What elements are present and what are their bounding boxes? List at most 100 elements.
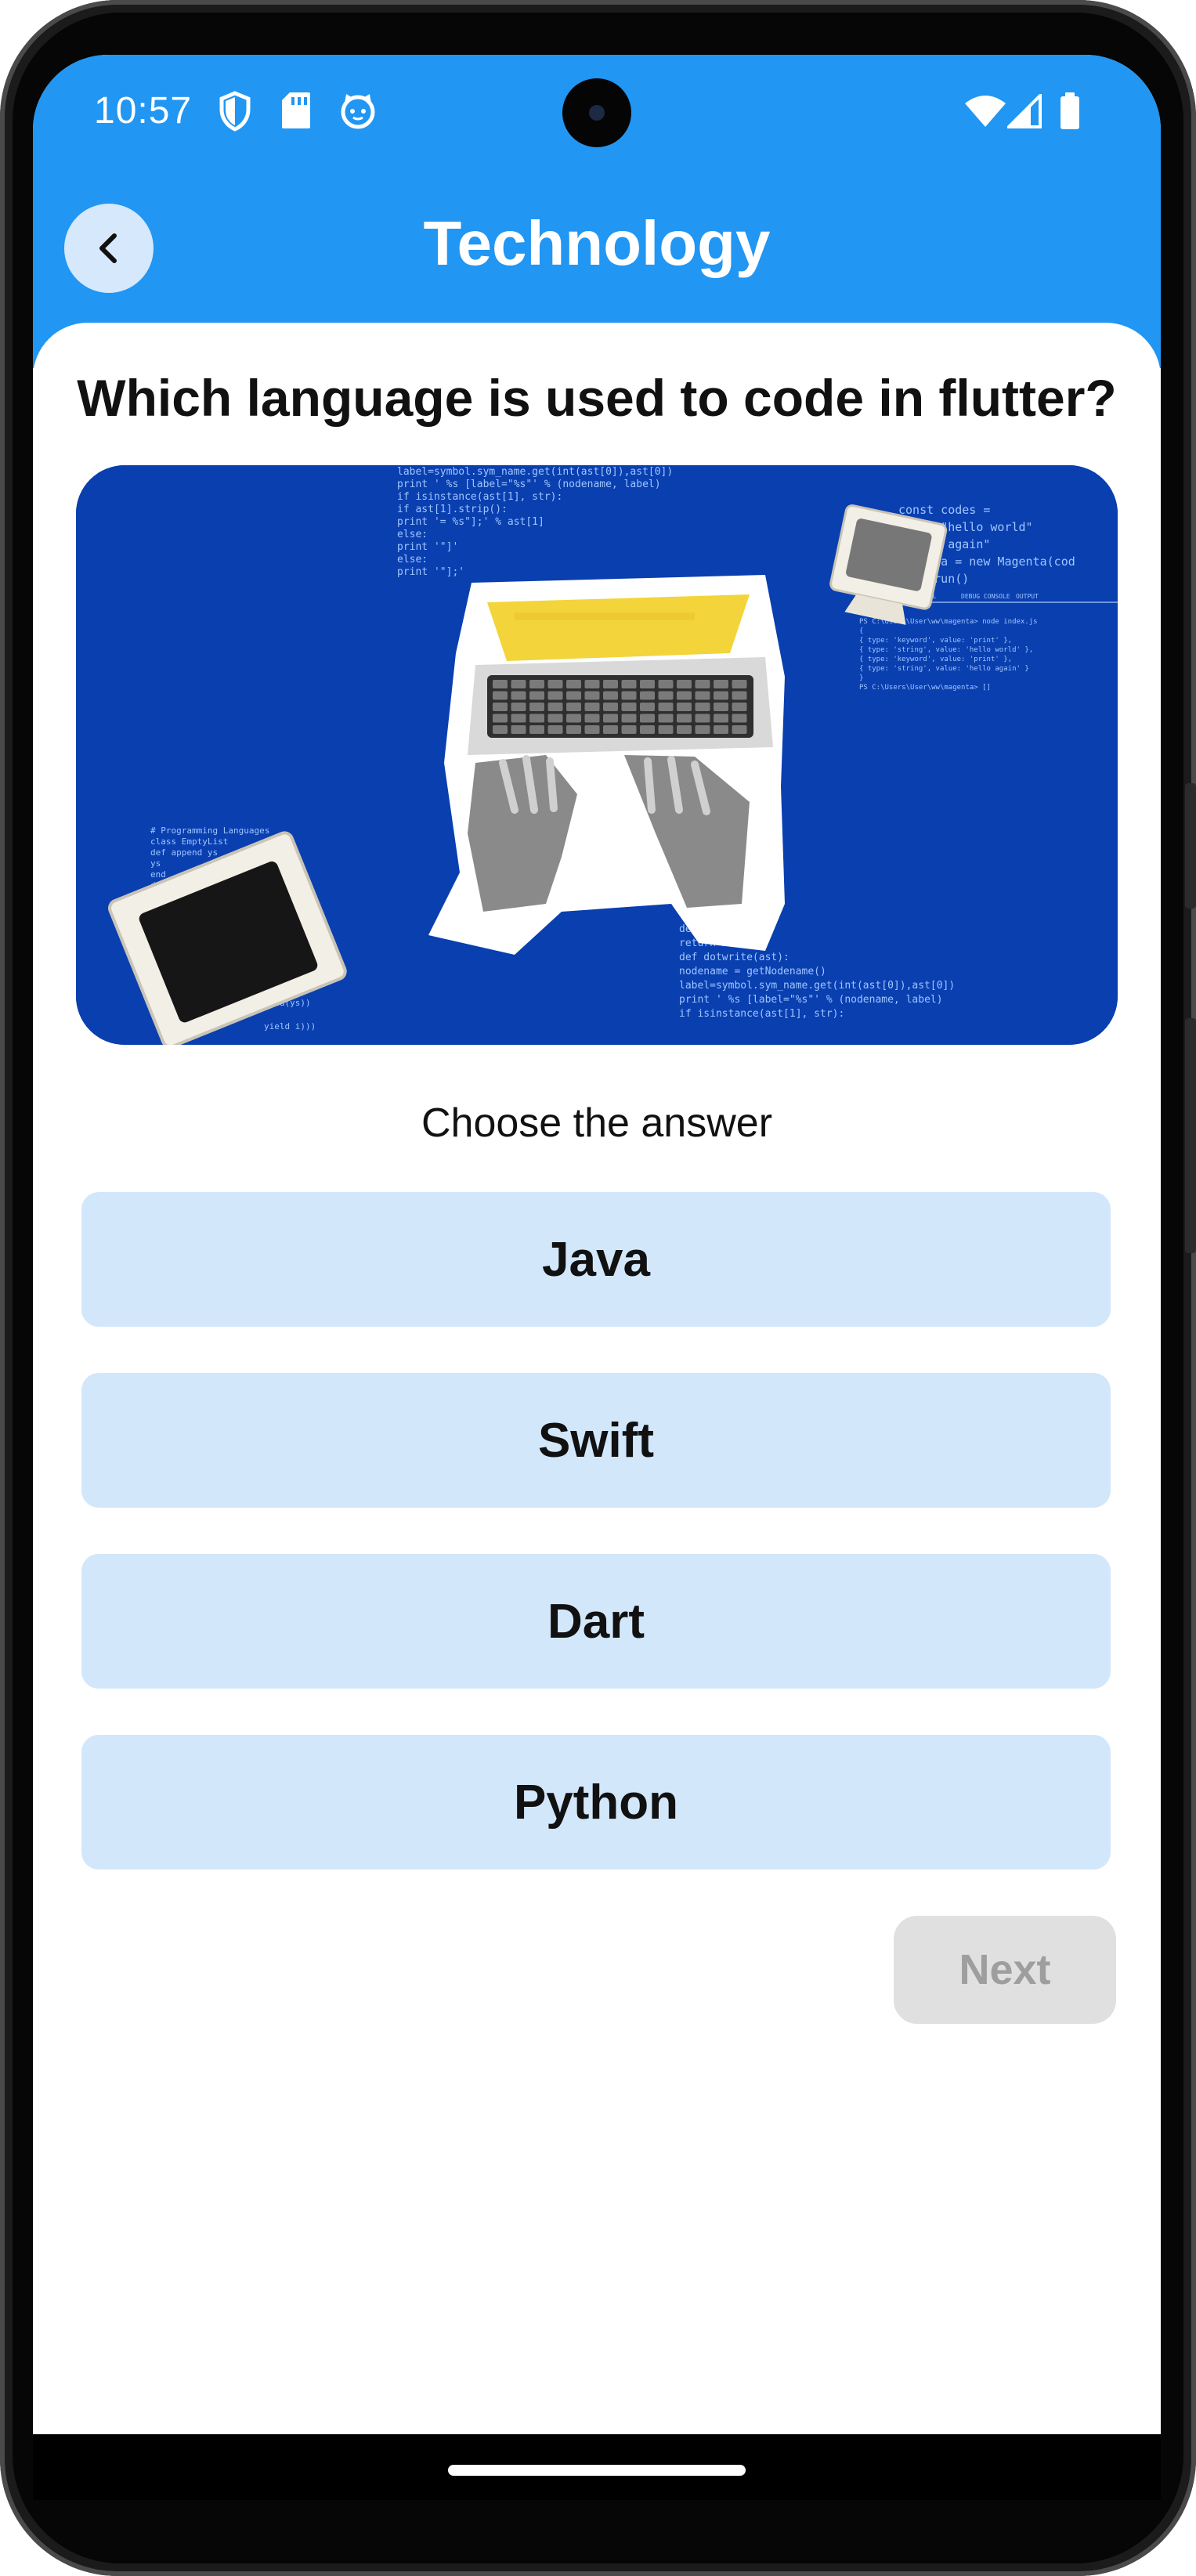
status-bar: 10:57 bbox=[33, 55, 1161, 172]
keyboard-key bbox=[603, 703, 618, 711]
code-line: def dotwrite(ast): bbox=[679, 952, 790, 963]
keyboard-key bbox=[714, 714, 728, 723]
volume-button bbox=[1185, 1018, 1196, 1253]
keyboard-key bbox=[529, 680, 544, 688]
code-line: yield i))) bbox=[264, 1021, 316, 1031]
keyboard-key bbox=[529, 703, 544, 711]
keyboard-key bbox=[695, 714, 710, 723]
keyboard-key bbox=[547, 703, 563, 711]
keyboard-key bbox=[714, 680, 728, 688]
keyboard-key bbox=[621, 714, 637, 723]
keyboard-key bbox=[640, 691, 655, 700]
answer-option-java[interactable]: Java bbox=[81, 1192, 1111, 1327]
keyboard-key bbox=[566, 691, 581, 700]
keyboard-key bbox=[547, 725, 563, 734]
laptop-with-hands bbox=[428, 575, 785, 955]
power-button bbox=[1185, 783, 1196, 909]
shield-icon bbox=[219, 91, 251, 132]
keyboard-key bbox=[547, 680, 563, 688]
keyboard-key bbox=[640, 703, 655, 711]
keyboard-key bbox=[584, 691, 600, 700]
keyboard-key bbox=[603, 714, 618, 723]
code-line: { type: 'keyword', value: 'print' }, bbox=[859, 656, 1012, 663]
device: 10:57 Technology Which language is used … bbox=[0, 0, 1196, 2576]
keyboard-key bbox=[621, 703, 637, 711]
gesture-handle[interactable] bbox=[448, 2465, 746, 2476]
keyboard-key bbox=[732, 725, 747, 734]
keyboard-key bbox=[677, 680, 692, 688]
code-line: ys bbox=[150, 858, 161, 869]
keyboard-key bbox=[621, 725, 637, 734]
choose-answer-label: Choose the answer bbox=[421, 1100, 773, 1146]
question-text: Which language is used to code in flutte… bbox=[77, 369, 1117, 427]
keyboard-key bbox=[529, 691, 544, 700]
keyboard-key bbox=[511, 680, 526, 688]
keyboard-key bbox=[493, 714, 508, 723]
keyboard-key bbox=[658, 680, 674, 688]
keyboard-key bbox=[677, 714, 692, 723]
keyboard-key bbox=[677, 725, 692, 734]
keyboard-key bbox=[511, 703, 526, 711]
code-line: { type: 'string', value: 'hello world' }… bbox=[859, 646, 1033, 654]
code-line: const codes = bbox=[898, 503, 990, 517]
keyboard-key bbox=[603, 725, 618, 734]
keyboard-key bbox=[493, 725, 508, 734]
battery-icon bbox=[1061, 92, 1079, 129]
screen: 10:57 Technology Which language is used … bbox=[33, 55, 1161, 2500]
answer-option-dart[interactable]: Dart bbox=[81, 1554, 1111, 1689]
cellular-signal-icon bbox=[1007, 94, 1042, 128]
keyboard-key bbox=[547, 714, 563, 723]
keyboard-key bbox=[621, 680, 637, 688]
keyboard-key bbox=[511, 725, 526, 734]
keyboard-key bbox=[640, 714, 655, 723]
keyboard-key bbox=[695, 680, 710, 688]
navigation-bar bbox=[33, 2434, 1161, 2500]
keyboard-key bbox=[493, 703, 508, 711]
keyboard-key bbox=[529, 725, 544, 734]
keyboard-key bbox=[640, 680, 655, 688]
code-line: # Programming Languages bbox=[150, 826, 269, 836]
keyboard-key bbox=[566, 680, 581, 688]
keyboard-key bbox=[658, 703, 674, 711]
code-line: class EmptyList bbox=[150, 836, 228, 847]
code-line: nodename = getNodename() bbox=[679, 966, 826, 977]
code-line: print ' %s [label="%s"' % (nodename, lab… bbox=[679, 994, 943, 1006]
keyboard-key bbox=[640, 725, 655, 734]
question-image: label=symbol.sym_name.get(int(ast[0]),as… bbox=[76, 465, 1118, 1045]
keyboard-key bbox=[584, 703, 600, 711]
code-line: DEBUG CONSOLE bbox=[961, 593, 1010, 600]
keyboard-key bbox=[511, 691, 526, 700]
code-line: if isinstance(ast[1], str): bbox=[397, 491, 562, 503]
code-line: } bbox=[859, 674, 863, 682]
keyboard-key bbox=[732, 680, 747, 688]
keyboard-key bbox=[714, 725, 728, 734]
keyboard-key bbox=[547, 691, 563, 700]
keyboard-key bbox=[714, 703, 728, 711]
app-bar: 10:57 Technology bbox=[33, 55, 1161, 368]
keyboard-key bbox=[493, 691, 508, 700]
keyboard-key bbox=[658, 725, 674, 734]
code-line: print '= %s"];' % ast[1] bbox=[397, 516, 544, 528]
wifi-icon bbox=[965, 96, 1006, 127]
answer-option-swift[interactable]: Swift bbox=[81, 1373, 1111, 1508]
keyboard-key bbox=[584, 714, 600, 723]
keyboard-key bbox=[658, 714, 674, 723]
keyboard-key bbox=[621, 691, 637, 700]
page-title: Technology bbox=[423, 208, 771, 278]
code-line: if isinstance(ast[1], str): bbox=[679, 1008, 844, 1020]
code-line: print ' %s [label="%s"' % (nodename, lab… bbox=[397, 479, 661, 490]
next-button[interactable]: Next bbox=[894, 1916, 1116, 2024]
code-line: label=symbol.sym_name.get(int(ast[0]),as… bbox=[397, 466, 673, 478]
keyboard-key bbox=[566, 714, 581, 723]
keyboard-key bbox=[566, 725, 581, 734]
keyboard-key bbox=[603, 691, 618, 700]
keyboard-key bbox=[584, 725, 600, 734]
answer-option-python[interactable]: Python bbox=[81, 1735, 1111, 1870]
keyboard-key bbox=[584, 680, 600, 688]
code-line: print '"]' bbox=[397, 541, 458, 553]
code-line: else: bbox=[397, 529, 428, 540]
code-line: end bbox=[150, 869, 166, 880]
keyboard-key bbox=[658, 691, 674, 700]
code-line: OUTPUT bbox=[1016, 593, 1039, 600]
code-line: else: bbox=[397, 554, 428, 565]
